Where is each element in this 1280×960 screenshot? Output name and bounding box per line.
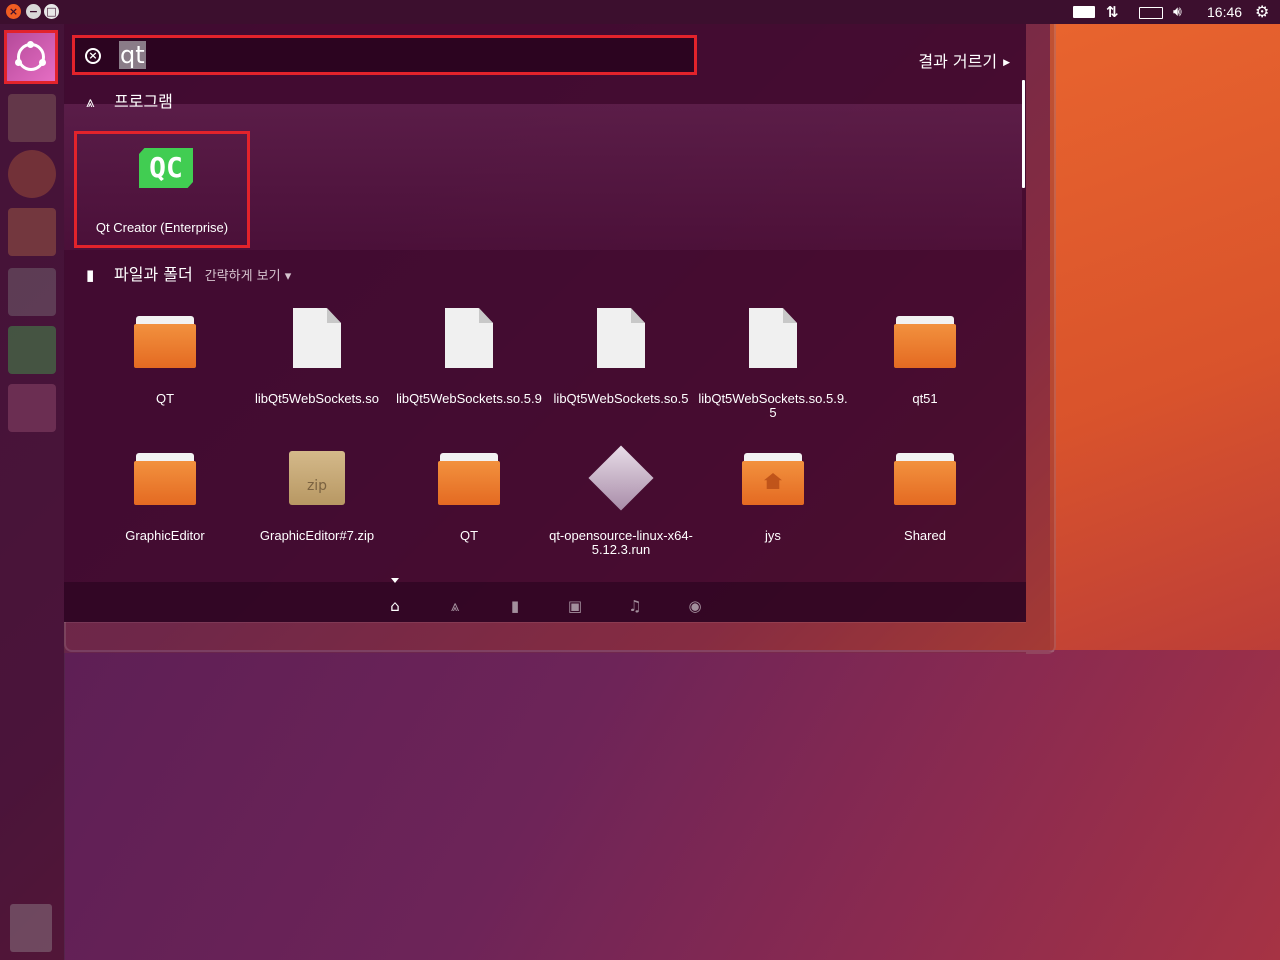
compact-view-toggle[interactable]: 간략하게 보기 ▾ — [205, 269, 292, 284]
volume-icon[interactable]: 🔊︎ — [1173, 0, 1182, 24]
qt-creator-launcher-icon[interactable] — [8, 326, 56, 374]
home-icon[interactable]: ⌂ — [385, 596, 405, 616]
file-result-label: libQt5WebSockets.so.5 — [553, 391, 689, 406]
zip-icon: zip — [289, 451, 345, 505]
files-section-title: 파일과 폴더 — [114, 265, 193, 284]
file-result-item[interactable]: Shared — [850, 441, 1000, 561]
photos-icon[interactable]: ◉ — [685, 596, 705, 616]
app-result-label: Qt Creator (Enterprise) — [95, 220, 229, 235]
file-result-label: qt-opensource-linux-x64-5.12.3.run — [549, 528, 693, 557]
home-folder-icon — [742, 453, 804, 505]
folder-icon — [438, 453, 500, 505]
file-result-item[interactable]: qt-opensource-linux-x64-5.12.3.run — [546, 441, 696, 561]
music-icon[interactable]: ♫ — [625, 596, 645, 616]
settings-launcher-icon[interactable] — [8, 268, 56, 316]
folder-icon — [134, 453, 196, 505]
dash-frame — [1026, 24, 1056, 654]
applications-icon: ⩓ — [86, 93, 95, 111]
clear-search-icon[interactable]: × — [85, 48, 101, 64]
trash-icon[interactable] — [10, 904, 52, 952]
software-center-launcher-icon[interactable] — [8, 208, 56, 256]
file-result-label: QT — [155, 391, 175, 406]
active-lens-indicator — [391, 578, 399, 583]
file-result-label: GraphicEditor — [125, 528, 205, 543]
folder-icon — [134, 316, 196, 368]
search-input[interactable]: qt — [119, 41, 146, 69]
search-box[interactable]: × qt — [72, 35, 697, 75]
file-result-item[interactable]: libQt5WebSockets.so — [242, 304, 392, 424]
filter-results-button[interactable]: 결과 거르기 ▶ — [918, 48, 1010, 72]
file-result-label: GraphicEditor#7.zip — [259, 528, 375, 543]
file-result-item[interactable]: qt51 — [850, 304, 1000, 424]
file-result-label: libQt5WebSockets.so — [254, 391, 380, 406]
ubuntu-logo-icon — [15, 41, 46, 71]
dash-home-button[interactable] — [4, 30, 58, 84]
top-panel: × − □ ⇅ 🔊︎ 16:46 ⚙ — [0, 0, 1280, 24]
file-result-label: qt51 — [912, 391, 938, 406]
firefox-launcher-icon[interactable] — [8, 150, 56, 198]
app-result-qt-creator[interactable]: QC Qt Creator (Enterprise) — [74, 131, 250, 248]
dash: × qt 결과 거르기 ▶ ⩓ 프로그램 QC Qt Creator (Enterp… — [64, 24, 1026, 622]
files-launcher-icon[interactable] — [8, 94, 56, 142]
session-gear-icon[interactable]: ⚙ — [1255, 0, 1269, 24]
file-result-label: jys — [765, 528, 781, 543]
file-result-label: QT — [459, 528, 479, 543]
file-result-item[interactable]: libQt5WebSockets.so.5 — [546, 304, 696, 424]
network-icon[interactable]: ⇅ — [1106, 0, 1119, 24]
file-result-item[interactable]: QT — [394, 441, 544, 561]
lens-bar — [64, 582, 1026, 622]
minimize-window-button[interactable]: − — [26, 4, 41, 19]
video-icon[interactable]: ▣ — [565, 596, 585, 616]
dash-frame-border — [64, 622, 1054, 652]
file-result-item[interactable]: QT — [90, 304, 240, 424]
file-result-item[interactable]: zip GraphicEditor#7.zip — [242, 441, 392, 561]
file-result-label: Shared — [904, 528, 946, 543]
scrollbar[interactable] — [1022, 80, 1025, 188]
file-result-item[interactable]: jys — [698, 441, 848, 561]
file-result-label: libQt5WebSockets.so.5.9.5 — [698, 391, 848, 420]
chevron-right-icon: ▶ — [1003, 58, 1010, 68]
apps-section-title: 프로그램 — [114, 92, 173, 111]
launcher — [0, 24, 65, 960]
battery-icon[interactable] — [1139, 7, 1163, 19]
clock[interactable]: 16:46 — [1207, 0, 1242, 24]
file-result-label: libQt5WebSockets.so.5.9 — [396, 391, 542, 406]
applications-icon[interactable]: ⩓ — [445, 596, 465, 616]
desktop-wallpaper-bottom — [64, 650, 1280, 960]
files-section-header[interactable]: ▮ 파일과 폴더 간략하게 보기 ▾ — [86, 261, 291, 285]
folder-icon — [894, 316, 956, 368]
apps-section-header[interactable]: ⩓ 프로그램 — [86, 88, 173, 112]
document-section-icon: ▮ — [86, 266, 95, 284]
files-icon[interactable]: ▮ — [505, 596, 525, 616]
close-window-button[interactable]: × — [6, 4, 21, 19]
file-result-item[interactable]: GraphicEditor — [90, 441, 240, 561]
file-result-item[interactable]: libQt5WebSockets.so.5.9 — [394, 304, 544, 424]
screenshot-launcher-icon[interactable] — [8, 384, 56, 432]
filter-results-label: 결과 거르기 — [918, 52, 998, 71]
keyboard-icon[interactable] — [1073, 6, 1095, 18]
file-result-item[interactable]: libQt5WebSockets.so.5.9.5 — [698, 304, 848, 424]
installer-icon — [588, 445, 654, 511]
qt-creator-icon: QC — [139, 148, 193, 188]
folder-icon — [894, 453, 956, 505]
maximize-window-button[interactable]: □ — [44, 4, 59, 19]
